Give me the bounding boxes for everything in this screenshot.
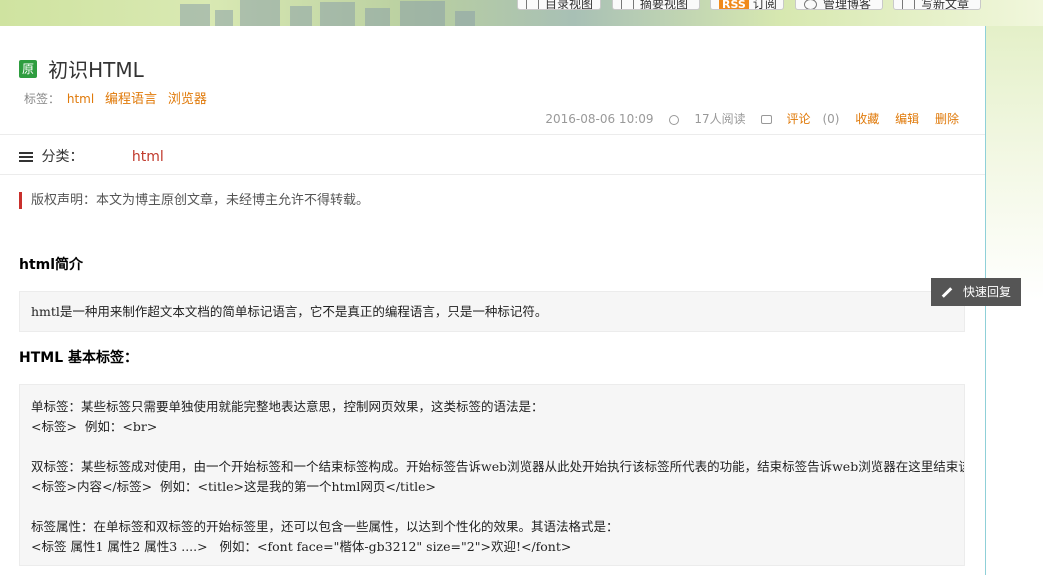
list-icon bbox=[19, 151, 33, 163]
write-article-button[interactable]: 写新文章 bbox=[893, 0, 981, 10]
tags-label: 标签： bbox=[24, 92, 61, 106]
summary-icon bbox=[621, 0, 634, 9]
category-row: 分类： html bbox=[19, 146, 164, 166]
publish-date: 2016-08-06 10:09 bbox=[545, 112, 654, 126]
summary-view-button[interactable]: 摘要视图 bbox=[612, 0, 700, 10]
comment-link[interactable]: 评论 (0) bbox=[761, 112, 839, 126]
category-label: 分类： bbox=[41, 149, 84, 165]
favorite-link[interactable]: 收藏 bbox=[855, 112, 879, 126]
section-heading: HTML 基本标签： bbox=[19, 350, 138, 366]
edit-link[interactable]: 编辑 bbox=[895, 112, 919, 126]
eye-icon bbox=[669, 114, 680, 125]
rss-icon: RSS bbox=[719, 0, 749, 9]
catalog-view-button[interactable]: 目录视图 bbox=[517, 0, 601, 10]
delete-link[interactable]: 删除 bbox=[935, 112, 959, 126]
tag-link[interactable]: 浏览器 bbox=[168, 92, 207, 107]
list-icon bbox=[526, 0, 539, 9]
article-meta: 2016-08-06 10:09 17人阅读 评论 (0) 收藏 编辑 删除 bbox=[533, 110, 959, 127]
gear-icon bbox=[804, 0, 817, 9]
quick-reply-button[interactable]: 快速回复 bbox=[931, 278, 1021, 306]
section-heading: html简介 bbox=[19, 257, 84, 273]
subscribe-button[interactable]: RSS 订阅 bbox=[710, 0, 784, 10]
pencil-icon bbox=[941, 287, 953, 298]
article-container: 原 初识HTML 标签： html 编程语言 浏览器 2016-08-06 10… bbox=[0, 26, 986, 575]
comment-icon bbox=[761, 115, 773, 124]
manage-blog-button[interactable]: 管理博客 bbox=[795, 0, 883, 10]
category-link[interactable]: html bbox=[132, 149, 164, 165]
original-badge: 原 bbox=[19, 59, 37, 78]
code-block: hmtl是一种用来制作超文本文档的简单标记语言，它不是真正的编程语言，只是一种标… bbox=[19, 291, 965, 332]
divider bbox=[0, 134, 985, 135]
edit-icon bbox=[902, 0, 915, 9]
divider bbox=[0, 174, 985, 175]
tag-list: 标签： html 编程语言 浏览器 bbox=[24, 88, 211, 107]
article-title-row: 原 初识HTML bbox=[19, 54, 144, 82]
read-count: 17人阅读 bbox=[669, 112, 746, 126]
copyright-notice: 版权声明：本文为博主原创文章，未经博主允许不得转载。 bbox=[19, 192, 369, 209]
tag-link[interactable]: 编程语言 bbox=[105, 92, 157, 107]
header-banner: 目录视图 摘要视图 RSS 订阅 管理博客 写新文章 bbox=[0, 0, 1043, 26]
code-block: 单标签：某些标签只需要单独使用就能完整地表达意思，控制网页效果，这类标签的语法是… bbox=[19, 384, 965, 566]
article-title[interactable]: 初识HTML bbox=[48, 58, 144, 82]
tag-link[interactable]: html bbox=[67, 92, 94, 106]
